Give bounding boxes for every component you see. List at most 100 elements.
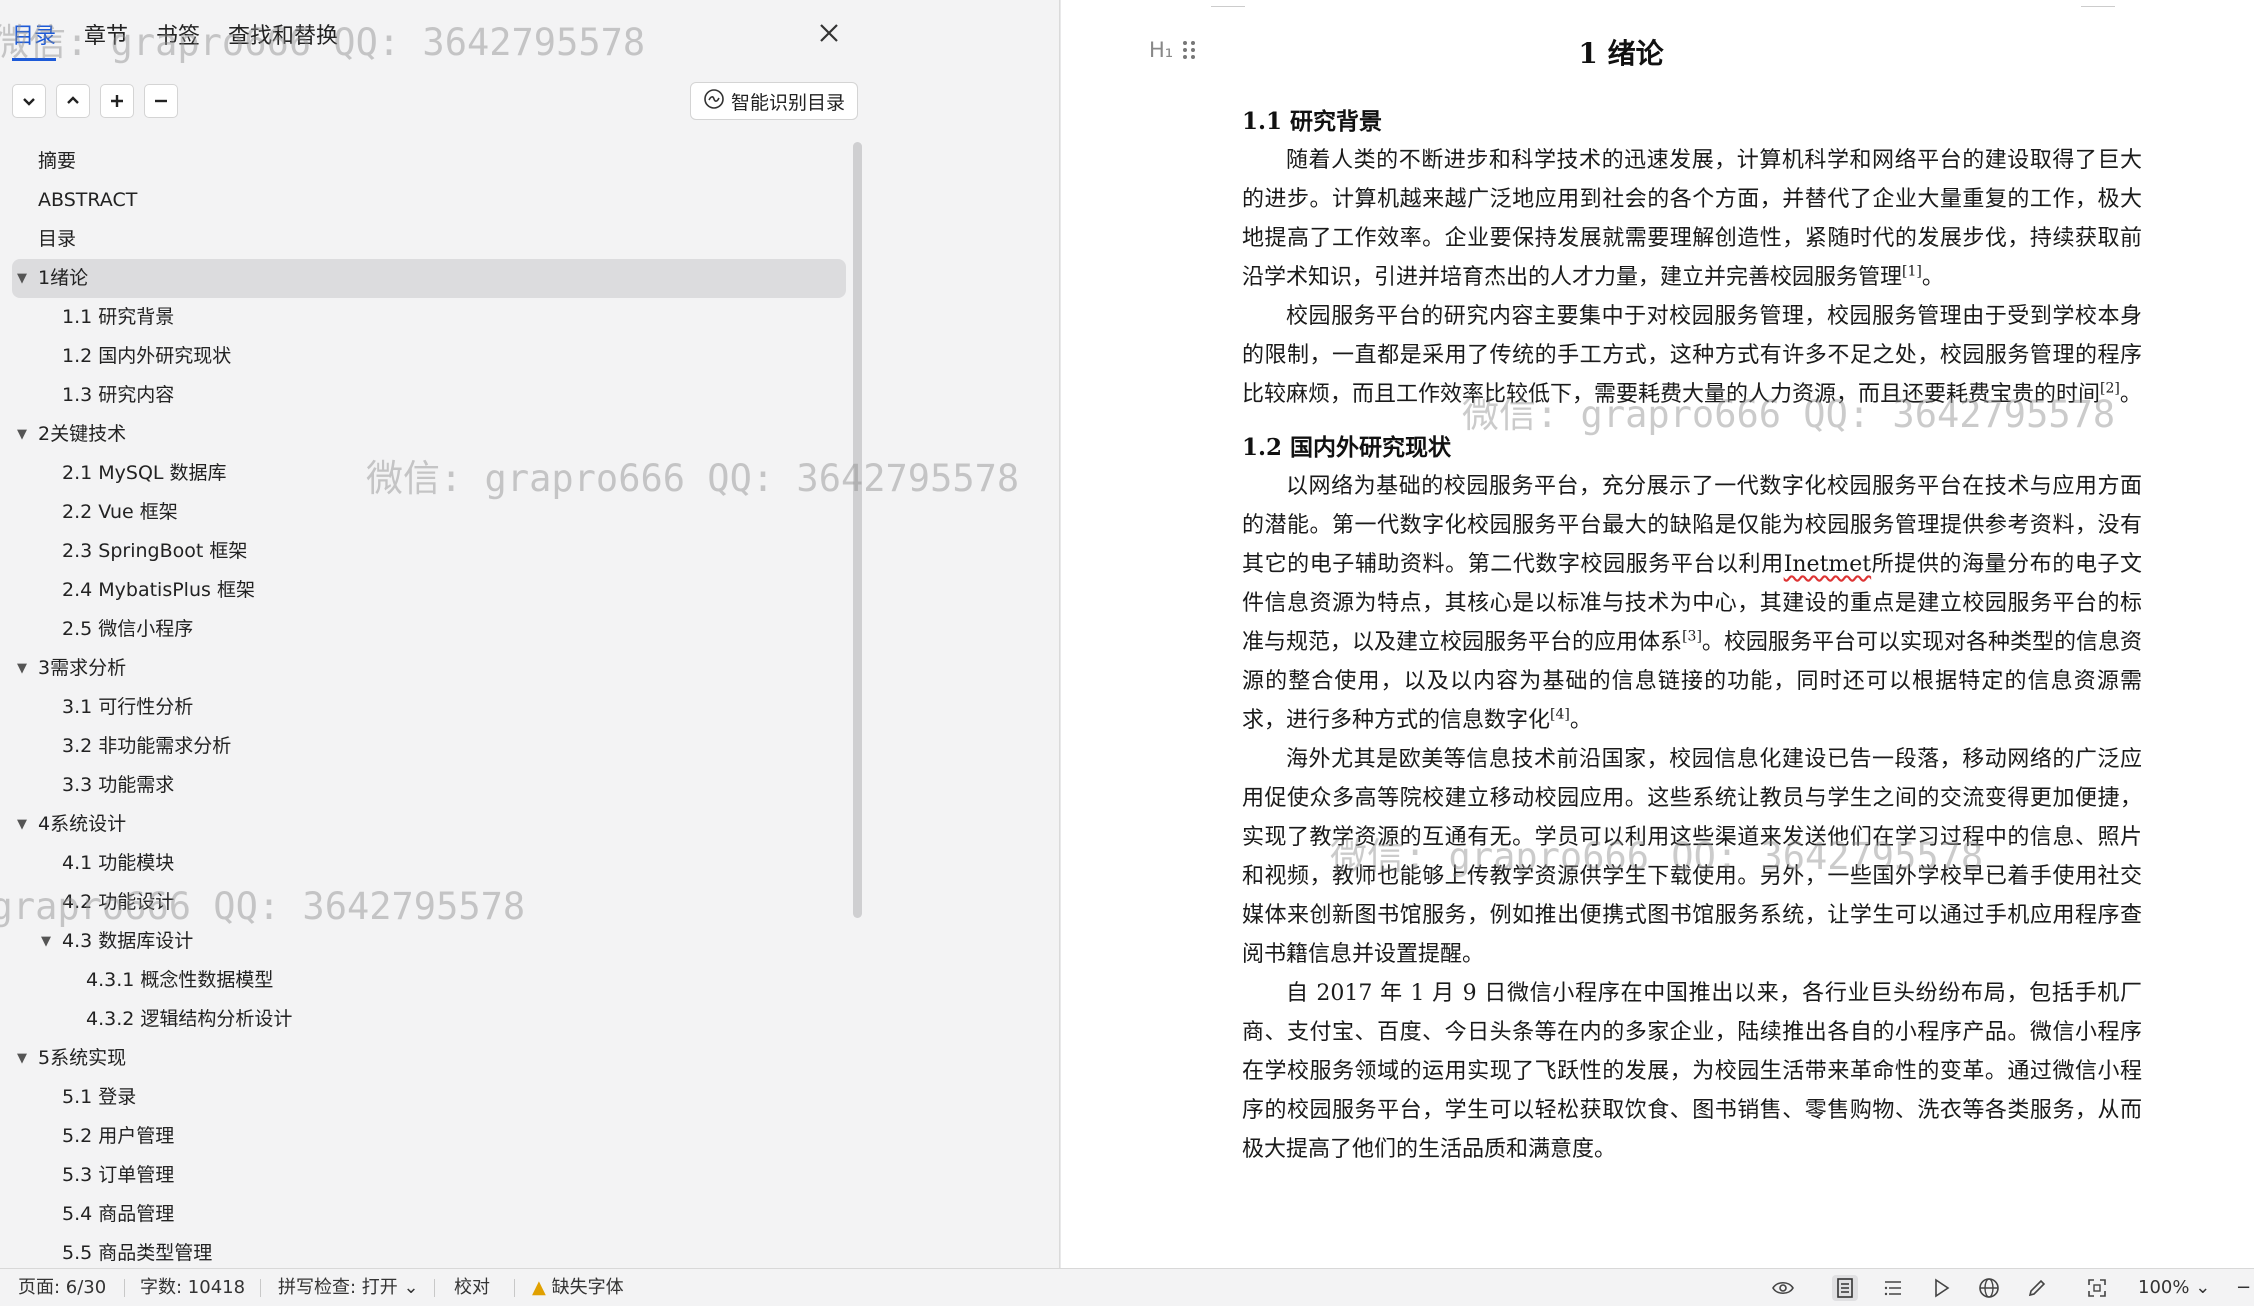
toc-item[interactable]: ▼ 4系统设计 [12, 805, 846, 844]
toc-item[interactable]: 4.1 功能模块 [12, 844, 846, 883]
toc-item[interactable]: 2.3 SpringBoot 框架 [12, 532, 846, 571]
toc-toolbar [12, 84, 178, 118]
toc-item[interactable]: 5.1 登录 [12, 1078, 846, 1117]
expand-caret-icon[interactable]: ▼ [14, 259, 30, 298]
paragraph-text: 校园服务平台的研究内容主要集中于对校园服务管理，校园服务管理由于受到学校本身的限… [1242, 304, 2142, 407]
expand-caret-icon[interactable]: ▼ [14, 1039, 30, 1078]
toc-item-label: 2.4 MybatisPlus 框架 [62, 579, 255, 601]
tab-chapters[interactable]: 章节 [84, 18, 128, 61]
toc-item[interactable]: 5.2 用户管理 [12, 1117, 846, 1156]
toc-item[interactable]: 4.2 功能设计 [12, 883, 846, 922]
toc-item-label: 2.3 SpringBoot 框架 [62, 540, 248, 562]
chevron-up-icon[interactable] [56, 84, 90, 118]
toc-item-label: 1.1 研究背景 [62, 306, 175, 328]
heading-tools[interactable]: H₁ [1149, 38, 1197, 67]
drag-handle-icon[interactable] [1181, 38, 1197, 67]
section-heading-1-2: 1.2 国内外研究现状 [1242, 434, 1452, 461]
toc-item-label: 1.2 国内外研究现状 [62, 345, 232, 367]
zoom-level[interactable]: 100% ⌄ [2138, 1269, 2210, 1306]
toc-item[interactable]: 目录 [12, 220, 846, 259]
toc-item[interactable]: 4.3.2 逻辑结构分析设计 [12, 1000, 846, 1039]
toc-item[interactable]: 2.4 MybatisPlus 框架 [12, 571, 846, 610]
toc-item[interactable]: 1.3 研究内容 [12, 376, 846, 415]
toc-item[interactable]: 摘要 [12, 142, 846, 181]
toc-item-label: 3.2 非功能需求分析 [62, 735, 232, 757]
section-heading-1-1: 1.1 研究背景 [1242, 108, 1383, 135]
toc-item[interactable]: 3.1 可行性分析 [12, 688, 846, 727]
smart-toc-label: 智能识别目录 [731, 91, 846, 114]
paragraph: 以网络为基础的校园服务平台，充分展示了一代数字化校园服务平台在技术与应用方面的潜… [1242, 467, 2142, 740]
document-page[interactable]: H₁ 1 绪论 1.1 研究背景 随着人类的不断进步和科学技术的迅速发展，计算机… [1061, 0, 2254, 1268]
proofread-button[interactable]: 校对 [454, 1269, 490, 1306]
toc-item[interactable]: ▼ 3需求分析 [12, 649, 846, 688]
toc-item[interactable]: ▼ 5系统实现 [12, 1039, 846, 1078]
expand-caret-icon[interactable]: ▼ [38, 922, 54, 961]
toc-item-label: 4.3.2 逻辑结构分析设计 [86, 1008, 293, 1030]
tab-toc[interactable]: 目录 [12, 18, 57, 61]
paragraph-end: 。 [1569, 708, 1592, 733]
toc-item[interactable]: 5.4 商品管理 [12, 1195, 846, 1234]
toc-item[interactable]: 2.2 Vue 框架 [12, 493, 846, 532]
toc-item-label: 5.4 商品管理 [62, 1203, 175, 1225]
toc-item-label: 1绪论 [38, 267, 89, 289]
play-icon[interactable] [1928, 1275, 1954, 1301]
pen-icon[interactable] [2024, 1275, 2050, 1301]
chevron-down-icon[interactable] [12, 84, 46, 118]
toc-scrollbar[interactable] [853, 142, 862, 918]
citation: [1] [1902, 263, 1922, 280]
toc-item[interactable]: 1.2 国内外研究现状 [12, 337, 846, 376]
toc-item[interactable]: 2.5 微信小程序 [12, 610, 846, 649]
toc-item-label: 4.1 功能模块 [62, 852, 175, 874]
word-count[interactable]: 字数: 10418 [140, 1269, 245, 1306]
toc-item[interactable]: ▼ 1绪论 [12, 259, 846, 298]
outline-view-icon[interactable] [1880, 1275, 1906, 1301]
toc-item[interactable]: ▼ 4.3 数据库设计 [12, 922, 846, 961]
spell-check-toggle[interactable]: 拼写检查: 打开 ⌄ [278, 1269, 419, 1306]
plus-icon[interactable] [100, 84, 134, 118]
toc-item-label: 2关键技术 [38, 423, 127, 445]
warning-icon: ▲ [532, 1277, 546, 1298]
eye-icon[interactable] [1770, 1275, 1796, 1301]
toc-item-label: 2.1 MySQL 数据库 [62, 462, 227, 484]
toc-item[interactable]: ▼ 2关键技术 [12, 415, 846, 454]
expand-caret-icon[interactable]: ▼ [14, 649, 30, 688]
toc-item[interactable]: 3.2 非功能需求分析 [12, 727, 846, 766]
toc-item[interactable]: 4.3.1 概念性数据模型 [12, 961, 846, 1000]
toc-item[interactable]: 5.3 订单管理 [12, 1156, 846, 1195]
status-divider [434, 1279, 435, 1297]
page-indicator[interactable]: 页面: 6/30 [18, 1269, 106, 1306]
tab-bookmarks[interactable]: 书签 [156, 18, 200, 61]
missing-font-button[interactable]: ▲ 缺失字体 [532, 1269, 624, 1306]
toc-item-label: 4.3.1 概念性数据模型 [86, 969, 274, 991]
misspelled-word[interactable]: Inetmet [1784, 552, 1871, 577]
page-view-icon[interactable] [1832, 1275, 1858, 1301]
fit-page-icon[interactable] [2084, 1275, 2110, 1301]
paragraph: 校园服务平台的研究内容主要集中于对校园服务管理，校园服务管理由于受到学校本身的限… [1242, 297, 2142, 414]
chevron-down-icon: ⌄ [2195, 1277, 2211, 1298]
heading-level-icon: H₁ [1149, 38, 1174, 62]
expand-caret-icon[interactable]: ▼ [14, 805, 30, 844]
minus-icon[interactable] [144, 84, 178, 118]
toc-item-label: 2.2 Vue 框架 [62, 501, 178, 523]
toc-item-label: 3.1 可行性分析 [62, 696, 194, 718]
toc-item[interactable]: 2.1 MySQL 数据库 [12, 454, 846, 493]
citation: [4] [1550, 706, 1570, 723]
tab-find-replace[interactable]: 查找和替换 [228, 18, 338, 61]
toc-item[interactable]: 3.3 功能需求 [12, 766, 846, 805]
expand-caret-icon[interactable]: ▼ [14, 415, 30, 454]
toc-item[interactable]: ABSTRACT [12, 181, 846, 220]
paragraph-text: 随着人类的不断进步和科学技术的迅速发展，计算机科学和网络平台的建设取得了巨大的进… [1242, 148, 2142, 290]
toc-item-label: 3.3 功能需求 [62, 774, 175, 796]
status-divider [124, 1279, 125, 1297]
close-icon[interactable] [812, 20, 846, 54]
toc-item-label: 目录 [38, 228, 77, 250]
status-bar: 页面: 6/30 字数: 10418 拼写检查: 打开 ⌄ 校对 ▲ 缺失字体 … [0, 1268, 2254, 1306]
smart-toc-button[interactable]: 智能识别目录 [690, 82, 859, 120]
navigation-pane: 目录 章节 书签 查找和替换 智能识别目录 摘要 ABSTRACT 目录 ▼ 1绪论 1.… [0, 0, 1060, 1268]
toc-item-label: 1.3 研究内容 [62, 384, 175, 406]
toc-item[interactable]: 1.1 研究背景 [12, 298, 846, 337]
zoom-value: 100% [2138, 1277, 2190, 1298]
zoom-out-icon[interactable]: − [2236, 1269, 2251, 1306]
toc-item-label: 5.3 订单管理 [62, 1164, 175, 1186]
web-view-icon[interactable] [1976, 1275, 2002, 1301]
